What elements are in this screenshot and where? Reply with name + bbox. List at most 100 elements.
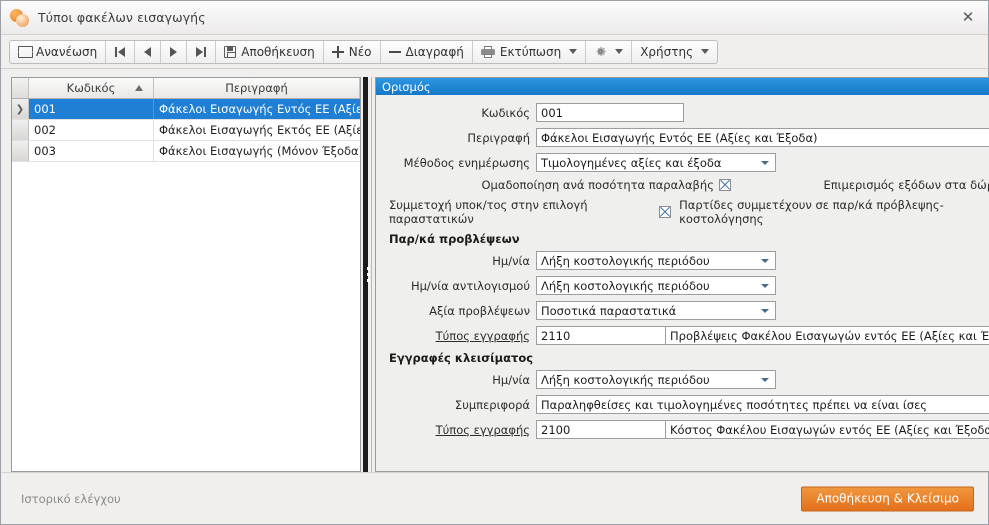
section-header: Ορισμός: [376, 78, 989, 95]
table-row[interactable]: 002 Φάκελοι Εισαγωγής Εκτός ΕΕ (Αξίες κα…: [12, 120, 360, 141]
audit-history-link[interactable]: Ιστορικό ελέγχου: [21, 492, 121, 506]
footer-bar: Ιστορικό ελέγχου Αποθήκευση & Κλείσιμο: [1, 472, 988, 524]
save-label: Αποθήκευση: [241, 44, 315, 59]
grid-column-header-code[interactable]: Κωδικός: [29, 78, 154, 98]
description-input[interactable]: Φάκελοι Εισαγωγής Εντός ΕΕ (Αξίες και Έξ…: [536, 128, 989, 147]
gear-icon: [594, 45, 607, 58]
print-button[interactable]: Εκτύπωση: [472, 40, 587, 63]
branch-participation-checkbox[interactable]: Συμμετοχή υποκ/τος στην επιλογή παραστατ…: [389, 198, 672, 226]
field-row-reversal-date: Ημ/νία αντιλογισμού Λήξη κοστολογικής πε…: [376, 276, 989, 295]
first-record-button[interactable]: [106, 40, 136, 63]
new-button[interactable]: Νέο: [323, 40, 381, 63]
description-label: Περιγραφή: [467, 130, 530, 145]
behavior-select[interactable]: Παραληφθείσες και τιμολογημένες ποσότητε…: [536, 395, 989, 414]
checkbox-row-2: Συμμετοχή υποκ/τος στην επιλογή παραστατ…: [376, 198, 989, 226]
user-chevron-down-icon[interactable]: [701, 49, 710, 54]
forecast-entry-type-group: 2110 Προβλέψεις Φακέλου Εισαγωγών εντός …: [536, 326, 989, 345]
field-row-code: Κωδικός 001: [376, 103, 989, 122]
code-label: Κωδικός: [481, 105, 530, 120]
settings-chevron-down-icon[interactable]: [615, 49, 624, 54]
behavior-value: Παραληφθείσες και τιμολογημένες ποσότητε…: [541, 397, 928, 412]
update-method-label: Μέθοδος ενημέρωσης: [403, 155, 530, 170]
window-title: Τύποι φακέλων εισαγωγής: [38, 10, 206, 25]
content-area: Κωδικός Περιγραφή ❯ 001 Φάκελοι Εισαγωγή…: [1, 69, 989, 472]
group-by-receipt-qty-checkbox[interactable]: Ομαδοποίηση ανά ποσότητα παραλαβής: [482, 178, 731, 192]
field-row-forecast-entry-type: Τύπος εγγραφής 2110 Προβλέψεις Φακέλου Ε…: [376, 326, 989, 345]
plus-icon: [331, 45, 344, 58]
checkbox-checked-icon: [718, 179, 731, 191]
forecast-date-label: Ημ/νία: [492, 253, 530, 268]
branch-participation-label: Συμμετοχή υποκ/τος στην επιλογή παραστατ…: [389, 198, 588, 226]
closing-group-title: Εγγραφές κλεισίματος: [389, 351, 534, 365]
grid-column-header-description[interactable]: Περιγραφή: [154, 78, 360, 98]
field-row-forecast-date: Ημ/νία Λήξη κοστολογικής περιόδου: [376, 251, 989, 270]
closing-entry-type-group: 2100 Κόστος Φακέλου Εισαγωγών εντός ΕΕ (…: [536, 420, 989, 439]
save-and-close-button[interactable]: Αποθήκευση & Κλείσιμο: [801, 486, 974, 511]
sort-ascending-icon: [135, 85, 143, 91]
previous-record-button[interactable]: [135, 40, 162, 63]
title-bar: Τύποι φακέλων εισαγωγής ✕: [1, 1, 988, 35]
cell-description: Φάκελοι Εισαγωγής (Μόνον Έξοδα): [159, 144, 360, 158]
main-toolbar: Ανανέωση Αποθήκευση Νέο Διαγραφή Εκτύπωσ…: [1, 35, 988, 69]
splitter-edge: [371, 77, 372, 472]
splitter-grip-icon: [366, 267, 370, 282]
checkbox-checked-icon: [659, 206, 672, 218]
forecast-entry-type-value: Προβλέψεις Φακέλου Εισαγωγών εντός ΕΕ (Α…: [670, 328, 989, 343]
code-input[interactable]: 001: [536, 103, 684, 122]
cell-description: Φάκελοι Εισαγωγής Εκτός ΕΕ (Αξίες και ..…: [159, 123, 360, 137]
row-indicator: [12, 120, 29, 140]
refresh-button[interactable]: Ανανέωση: [10, 40, 107, 63]
row-indicator: [12, 141, 29, 161]
field-row-description: Περιγραφή Φάκελοι Εισαγωγής Εντός ΕΕ (Αξ…: [376, 128, 989, 147]
save-button[interactable]: Αποθήκευση: [216, 40, 324, 63]
allocate-expenses-gifts-label: Επιμερισμός εξόδων στα δώρα: [823, 178, 989, 192]
closing-entry-type-label[interactable]: Τύπος εγγραφής: [376, 423, 536, 437]
user-button[interactable]: Χρήστης: [632, 40, 718, 63]
print-label: Εκτύπωση: [499, 44, 562, 59]
next-record-button[interactable]: [161, 40, 188, 63]
closing-date-value: Λήξη κοστολογικής περιόδου: [541, 372, 710, 387]
chevron-down-icon[interactable]: [569, 49, 578, 54]
beans-icon: [10, 8, 30, 28]
settings-button[interactable]: [586, 40, 633, 63]
chevron-down-icon: [761, 283, 769, 288]
reversal-date-select[interactable]: Λήξη κοστολογικής περιόδου: [536, 276, 776, 295]
forecast-entry-type-code-input[interactable]: 2110: [536, 326, 666, 345]
closing-entry-type-code-input[interactable]: 2100: [536, 420, 666, 439]
definition-form: Κωδικός 001 Περιγραφή Φάκελοι Εισαγωγής …: [376, 95, 989, 471]
allocate-expenses-gifts-checkbox[interactable]: Επιμερισμός εξόδων στα δώρα: [823, 178, 989, 192]
forecast-entry-type-select[interactable]: Προβλέψεις Φακέλου Εισαγωγών εντός ΕΕ (Α…: [665, 326, 989, 345]
chevron-down-icon: [761, 377, 769, 382]
batches-participate-checkbox[interactable]: Παρτίδες συμμετέχουν σε παρ/κά πρόβλεψης…: [679, 198, 989, 226]
table-row[interactable]: ❯ 001 Φάκελοι Εισαγωγής Εντός ΕΕ (Αξίες …: [12, 99, 360, 120]
last-record-button[interactable]: [187, 40, 217, 63]
table-row[interactable]: 003 Φάκελοι Εισαγωγής (Μόνον Έξοδα): [12, 141, 360, 162]
next-record-icon: [170, 46, 178, 57]
update-method-select[interactable]: Τιμολογημένες αξίες και έξοδα: [536, 153, 776, 172]
closing-date-select[interactable]: Λήξη κοστολογικής περιόδου: [536, 370, 776, 389]
panel-splitter[interactable]: [361, 77, 375, 472]
import-folder-types-window: Τύποι φακέλων εισαγωγής ✕ Ανανέωση Αποθή…: [0, 0, 989, 525]
user-label: Χρήστης: [640, 44, 694, 59]
checkbox-row-1: Ομαδοποίηση ανά ποσότητα παραλαβής Επιμε…: [376, 178, 989, 192]
delete-button[interactable]: Διαγραφή: [380, 40, 473, 63]
forecast-group-title: Παρ/κά προβλέψεων: [389, 232, 520, 246]
delete-label: Διαγραφή: [405, 44, 464, 59]
forecast-value-select[interactable]: Ποσοτικά παραστατικά: [536, 301, 776, 320]
grid-body: ❯ 001 Φάκελοι Εισαγωγής Εντός ΕΕ (Αξίες …: [12, 99, 360, 471]
save-icon: [224, 45, 237, 58]
forecast-value-value: Ποσοτικά παραστατικά: [541, 303, 677, 318]
toolbar-group: Ανανέωση Αποθήκευση Νέο Διαγραφή Εκτύπωσ…: [9, 39, 719, 64]
field-row-update-method: Μέθοδος ενημέρωσης Τιμολογημένες αξίες κ…: [376, 153, 989, 172]
definition-panel: Ορισμός Κωδικός 001 Περιγραφή Φάκελοι Ει…: [375, 77, 989, 472]
forecast-date-select[interactable]: Λήξη κοστολογικής περιόδου: [536, 251, 776, 270]
last-record-icon: [196, 46, 207, 57]
forecast-entry-type-label[interactable]: Τύπος εγγραφής: [376, 329, 536, 343]
close-icon[interactable]: ✕: [954, 5, 982, 29]
field-row-behavior: Συμπεριφορά Παραληφθείσες και τιμολογημέ…: [376, 395, 989, 414]
grid-corner-cell: [12, 78, 29, 98]
refresh-label: Ανανέωση: [36, 44, 98, 59]
cell-code: 002: [29, 120, 154, 140]
closing-entry-type-select[interactable]: Κόστος Φακέλου Εισαγωγών εντός ΕΕ (Αξίες…: [665, 420, 989, 439]
reversal-date-value: Λήξη κοστολογικής περιόδου: [541, 278, 710, 293]
